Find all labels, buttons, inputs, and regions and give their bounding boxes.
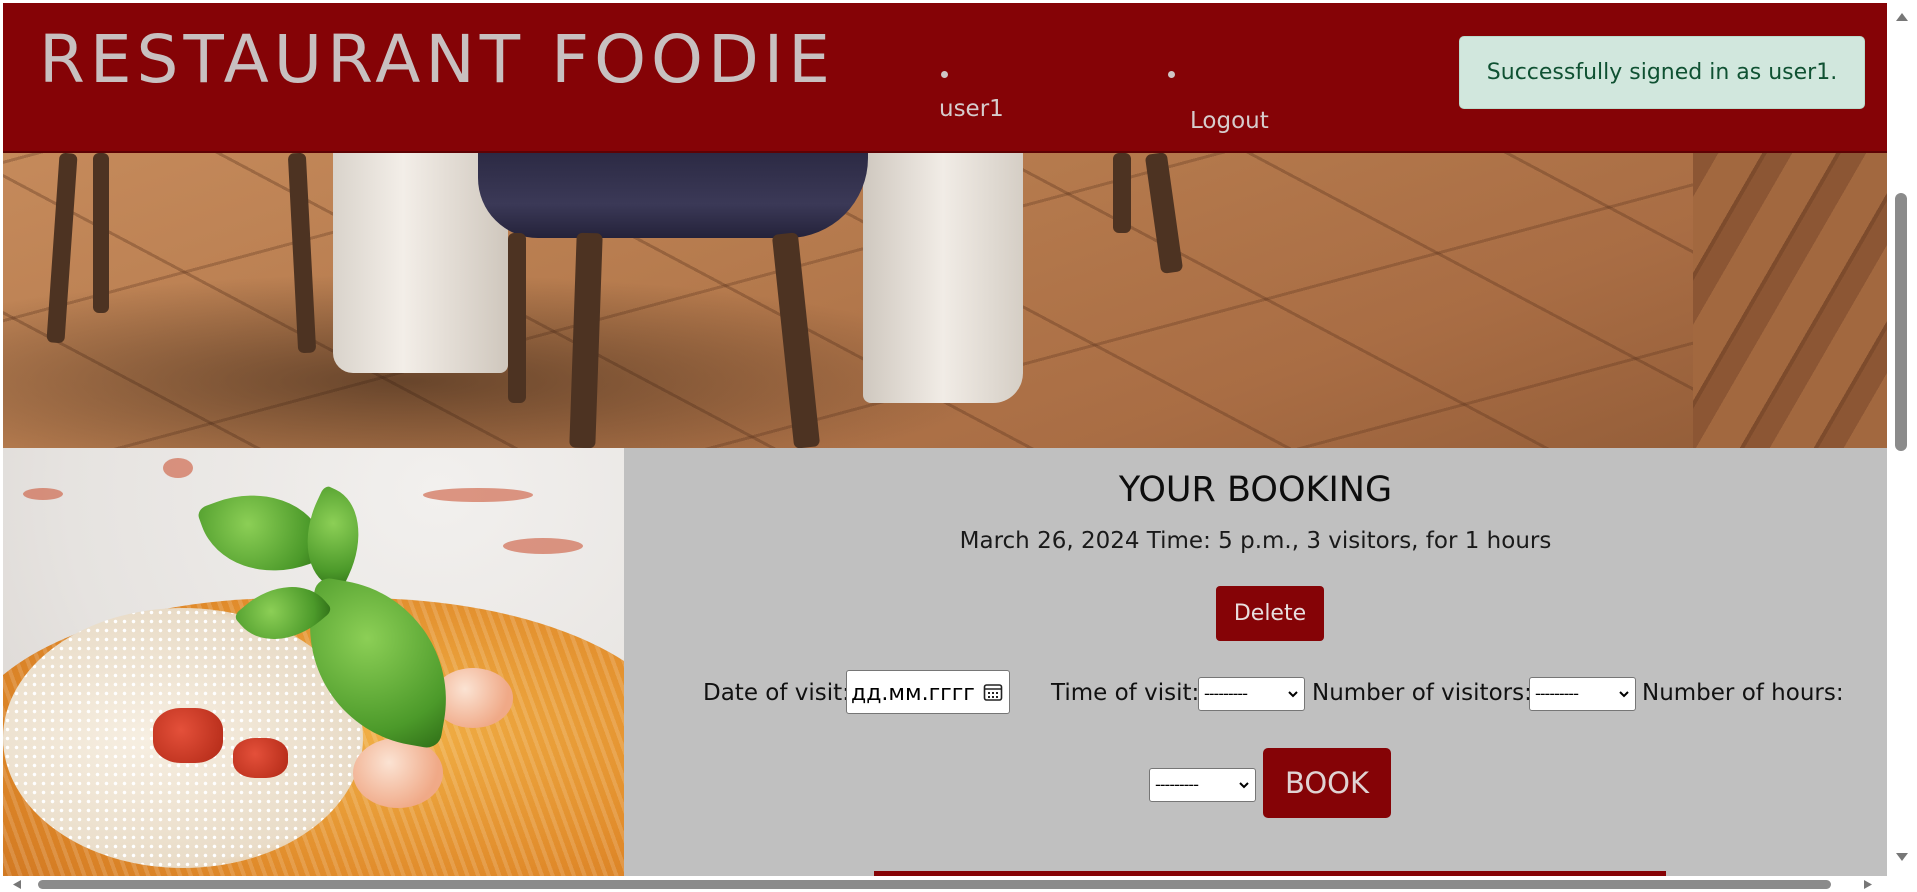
chevron-down-icon: [1288, 691, 1298, 698]
hours-select-value: ---------: [1155, 775, 1199, 794]
site-header: RESTAURANT FOODIE user1 Logout Successfu…: [3, 3, 1887, 153]
booking-panel: YOUR BOOKING March 26, 2024 Time: 5 p.m.…: [624, 448, 1887, 876]
booking-detail: March 26, 2024 Time: 5 p.m., 3 visitors,…: [959, 528, 1552, 554]
date-label: Date of visit:: [703, 680, 850, 706]
chair-leg: [508, 233, 526, 403]
visitors-select-value: ---------: [1535, 684, 1579, 703]
chair-seat: [478, 153, 868, 238]
spice-dot: [163, 458, 193, 478]
chair-leg: [1113, 153, 1131, 233]
nav-link-logout[interactable]: Logout: [1190, 108, 1269, 134]
horizontal-scroll-thumb[interactable]: [38, 880, 1831, 889]
page-viewport: RESTAURANT FOODIE user1 Logout Successfu…: [3, 3, 1887, 876]
shrimp: [353, 738, 443, 808]
vertical-scroll-thumb[interactable]: [1895, 193, 1907, 451]
calendar-icon[interactable]: [983, 682, 1003, 702]
visitors-label: Number of visitors:: [1312, 680, 1532, 706]
pasta-image: [3, 448, 624, 876]
chevron-down-icon: [1239, 782, 1249, 789]
nav-link-user[interactable]: user1: [939, 96, 1004, 122]
scroll-left-icon[interactable]: [12, 879, 22, 890]
time-select-value: ---------: [1204, 684, 1248, 703]
book-button[interactable]: BOOK: [1263, 748, 1391, 818]
tablecloth: [863, 153, 1023, 403]
hours-select[interactable]: ---------: [1149, 768, 1256, 802]
wood-floor: [1693, 153, 1887, 448]
chair-leg: [93, 153, 109, 313]
tomato: [153, 708, 223, 763]
time-label: Time of visit:: [1051, 680, 1200, 706]
hero-image: [3, 153, 1887, 448]
scroll-right-icon[interactable]: [1863, 879, 1873, 890]
scroll-up-icon[interactable]: [1895, 12, 1909, 22]
tomato: [233, 738, 288, 778]
hours-label: Number of hours:: [1642, 680, 1844, 706]
nav-bullet: [1168, 71, 1175, 78]
time-select[interactable]: ---------: [1198, 677, 1305, 711]
visitors-select[interactable]: ---------: [1529, 677, 1636, 711]
booking-form: Date of visit: дд.мм.гггг Time of visit:…: [624, 670, 1887, 716]
spice-dot: [423, 488, 533, 502]
success-alert: Successfully signed in as user1.: [1459, 36, 1865, 109]
vertical-scrollbar[interactable]: [1887, 0, 1917, 876]
spice-dot: [23, 488, 63, 500]
date-placeholder: дд.мм.гггг: [851, 681, 975, 706]
scroll-down-icon[interactable]: [1895, 852, 1909, 862]
booking-title: YOUR BOOKING: [1118, 470, 1393, 510]
horizontal-scrollbar[interactable]: [0, 876, 1917, 892]
delete-booking-button[interactable]: Delete: [1216, 586, 1324, 641]
nav-bullet: [941, 71, 948, 78]
chevron-down-icon: [1619, 691, 1629, 698]
spice-dot: [503, 538, 583, 554]
date-input[interactable]: дд.мм.гггг: [846, 670, 1010, 714]
